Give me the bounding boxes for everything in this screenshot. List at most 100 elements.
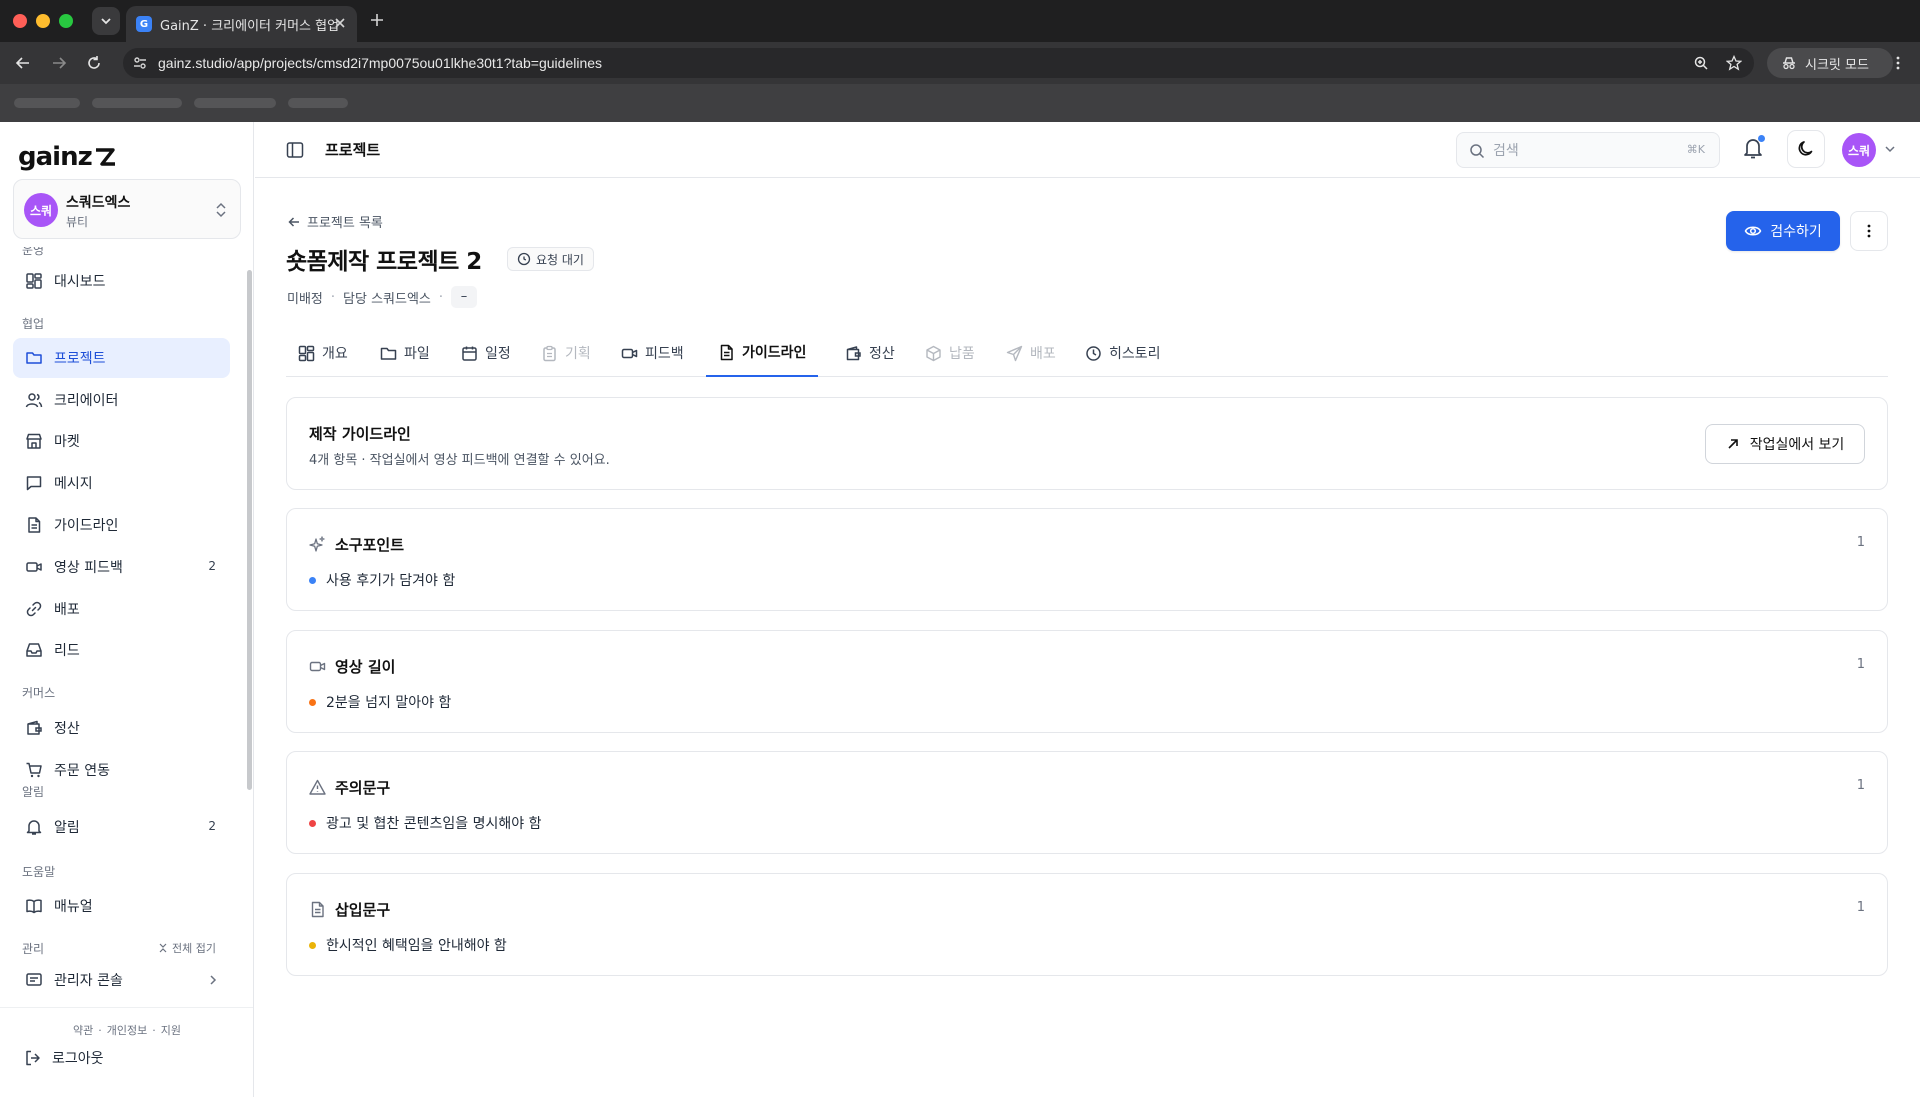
- bullet-dot: [309, 698, 316, 706]
- sidebar-item-order-sync[interactable]: 주문 연동: [13, 750, 230, 790]
- video-icon: [621, 348, 638, 358]
- bullet-dot: [309, 941, 316, 949]
- privacy-link[interactable]: 개인정보: [107, 1024, 147, 1037]
- bookmark-star-icon[interactable]: [1726, 55, 1742, 71]
- incognito-label: 시크릿 모드: [1805, 57, 1869, 73]
- bookmark-item[interactable]: [288, 98, 348, 108]
- gainz-logo[interactable]: gainz: [18, 142, 117, 172]
- guidelines-title: 제작 가이드라인: [309, 425, 411, 443]
- tab-feedback[interactable]: 피드백: [609, 329, 696, 377]
- tab-overview[interactable]: 개요: [286, 329, 360, 377]
- sidebar-item-video-feedback[interactable]: 영상 피드백 2: [13, 547, 230, 587]
- browser-toolbar: gainz.studio/app/projects/cmsd2i7mp0075o…: [0, 42, 1920, 84]
- browser-tab[interactable]: G GainZ · 크리에이터 커머스 협업 C: [126, 6, 357, 42]
- sidebar-footer: 약관 · 개인정보 · 지원 로그아웃: [0, 1007, 253, 1097]
- tab-files[interactable]: 파일: [368, 329, 442, 377]
- browser-menu-icon[interactable]: [1890, 55, 1906, 71]
- guidelines-description: 4개 항목 · 작업실에서 영상 피드백에 연결할 수 있어요.: [309, 453, 610, 468]
- back-arrow-icon[interactable]: [14, 54, 32, 72]
- sidebar-item-label: 마켓: [54, 434, 80, 450]
- wallet-icon: [846, 345, 861, 360]
- guideline-item-text: 2분을 넘지 말아야 함: [326, 695, 452, 711]
- bullet-dot: [309, 819, 316, 827]
- more-vertical-icon: [1867, 224, 1871, 238]
- sidebar-toggle-icon[interactable]: [285, 140, 305, 160]
- arrow-left-icon: [288, 216, 299, 227]
- tab-settlement[interactable]: 정산: [833, 329, 907, 377]
- address-bar[interactable]: gainz.studio/app/projects/cmsd2i7mp0075o…: [123, 48, 1754, 78]
- site-settings-icon[interactable]: [132, 55, 148, 71]
- assignment-status: 미배정: [287, 291, 323, 307]
- clipboard-icon: [543, 345, 556, 361]
- guideline-item[interactable]: 광고 및 협찬 콘텐츠임을 명시해야 함: [309, 813, 541, 833]
- search-input[interactable]: [1493, 140, 1673, 162]
- tab-history[interactable]: 히스토리: [1073, 329, 1173, 377]
- sidebar-item-label: 프로젝트: [54, 351, 106, 367]
- sidebar-item-label: 관리자 콘솔: [54, 973, 123, 989]
- new-tab-icon[interactable]: [368, 11, 386, 29]
- bookmark-item[interactable]: [14, 98, 80, 108]
- open-studio-label: 작업실에서 보기: [1749, 437, 1845, 453]
- close-tab-icon[interactable]: [333, 16, 347, 30]
- collapse-all-button[interactable]: 전체 접기: [158, 940, 216, 956]
- terms-link[interactable]: 약관: [73, 1024, 93, 1037]
- back-to-projects-link[interactable]: 프로젝트 목록: [287, 212, 383, 231]
- sidebar-scrollbar[interactable]: [247, 270, 252, 790]
- section-title: 주의문구: [335, 779, 391, 797]
- open-studio-button[interactable]: 작업실에서 보기: [1705, 424, 1865, 464]
- book-icon: [24, 896, 44, 916]
- section-count: 1: [1856, 900, 1865, 915]
- support-link[interactable]: 지원: [161, 1024, 181, 1037]
- cart-icon: [24, 760, 44, 780]
- maximize-window-button[interactable]: [59, 14, 73, 28]
- sidebar-item-manual[interactable]: 매뉴얼: [13, 886, 230, 926]
- reload-icon[interactable]: [85, 54, 103, 72]
- tab-search-button[interactable]: [92, 7, 120, 35]
- sidebar-item-market[interactable]: 마켓: [13, 421, 230, 461]
- sidebar-section-notifications: 알림: [22, 785, 45, 799]
- section-title: 소구포인트: [335, 536, 405, 554]
- tab-label: 파일: [404, 346, 430, 362]
- sidebar-nav: 운영 대시보드 협업 프로젝트 크리에이터 마켓 메시지 가이드라인 영상 피드…: [0, 247, 253, 1002]
- guideline-item[interactable]: 2분을 넘지 말아야 함: [309, 692, 451, 712]
- bookmark-item[interactable]: [194, 98, 276, 108]
- message-icon: [24, 473, 44, 493]
- sidebar-item-messages[interactable]: 메시지: [13, 463, 230, 503]
- tab-schedule[interactable]: 일정: [449, 329, 523, 377]
- sidebar-item-guidelines[interactable]: 가이드라인: [13, 505, 230, 545]
- guideline-item[interactable]: 사용 후기가 담겨야 함: [309, 570, 455, 590]
- sidebar-item-leads[interactable]: 리드: [13, 630, 230, 670]
- section-heading: 주의문구: [309, 777, 390, 798]
- tab-distribution[interactable]: 배포: [994, 329, 1068, 377]
- meta-chip[interactable]: –: [451, 286, 478, 308]
- sidebar-item-notifications[interactable]: 알림 2: [13, 807, 230, 847]
- bookmark-item[interactable]: [92, 98, 182, 108]
- app-root: gainz 스쿼 스쿼드엑스 뷰티 운영 대시보드 협업 프로젝트 크리에이터: [0, 122, 1920, 1097]
- guideline-item-text: 한시적인 혜택임을 안내해야 함: [326, 938, 507, 954]
- minimize-window-button[interactable]: [36, 14, 50, 28]
- sidebar-item-dashboard[interactable]: 대시보드: [13, 261, 230, 301]
- sidebar-item-label: 배포: [54, 602, 80, 618]
- review-button[interactable]: 검수하기: [1726, 211, 1840, 251]
- search-box[interactable]: ⌘K: [1456, 132, 1720, 168]
- sidebar-item-distribution[interactable]: 배포: [13, 589, 230, 629]
- sidebar-item-admin-console[interactable]: 관리자 콘솔: [13, 960, 230, 1000]
- more-options-button[interactable]: [1850, 211, 1888, 251]
- sidebar-item-settlement[interactable]: 정산: [13, 708, 230, 748]
- workspace-switcher[interactable]: 스쿼 스쿼드엑스 뷰티: [13, 179, 241, 239]
- collapse-icon: [159, 943, 167, 953]
- incognito-indicator[interactable]: 시크릿 모드: [1767, 48, 1893, 78]
- close-window-button[interactable]: [13, 14, 27, 28]
- forward-arrow-icon[interactable]: [50, 54, 68, 72]
- tab-delivery[interactable]: 납품: [913, 329, 987, 377]
- sidebar-item-creators[interactable]: 크리에이터: [13, 380, 230, 420]
- tab-planning[interactable]: 기획: [529, 329, 603, 377]
- theme-toggle-button[interactable]: [1787, 130, 1825, 168]
- logout-button[interactable]: 로그아웃: [24, 1048, 104, 1068]
- chevron-down-icon[interactable]: [1884, 143, 1896, 155]
- user-avatar[interactable]: 스쿼: [1842, 133, 1876, 167]
- zoom-icon[interactable]: [1693, 55, 1709, 71]
- tab-guidelines[interactable]: 가이드라인: [706, 329, 819, 377]
- guideline-item[interactable]: 한시적인 혜택임을 안내해야 함: [309, 935, 507, 955]
- sidebar-item-projects[interactable]: 프로젝트: [13, 338, 230, 378]
